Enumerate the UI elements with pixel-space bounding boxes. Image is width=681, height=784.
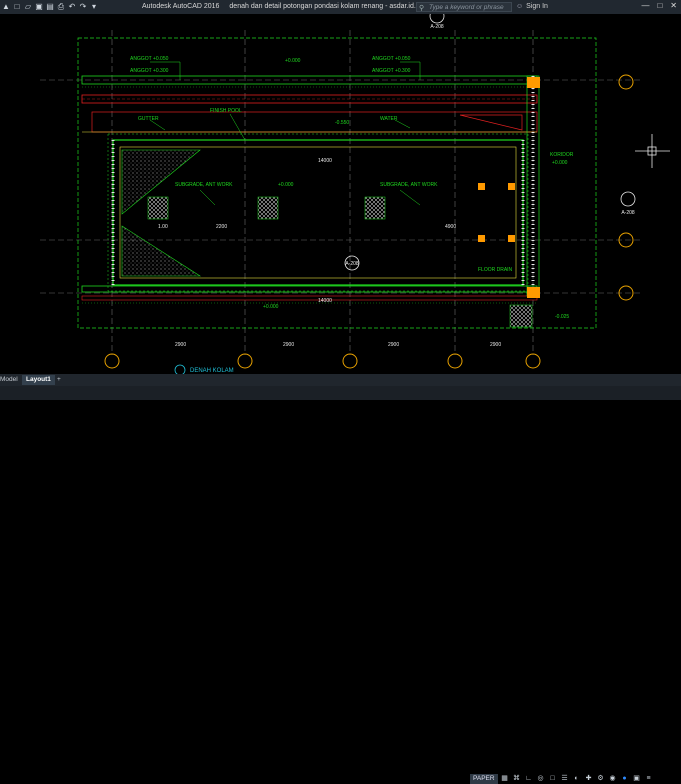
transparency-icon[interactable]: ◐ (572, 774, 581, 784)
svg-text:2900: 2900 (175, 342, 186, 348)
polar-icon[interactable]: ◎ (536, 774, 545, 784)
svg-text:+0.000: +0.000 (285, 58, 301, 64)
status-bar: PAPER ▦ ⌘ ∟ ◎ □ ☰ ◐ ✚ ⚙ ◉ ● ▣ ≡ (0, 386, 681, 784)
drawing-canvas[interactable]: A-208 A-208 A-208 1.00 2200 14000 14000 … (0, 14, 681, 374)
osnap-icon[interactable]: □ (548, 774, 557, 784)
sign-in-button[interactable]: Sign In (516, 3, 548, 10)
app-title: Autodesk AutoCAD 2016 (142, 3, 220, 10)
workspace-dropdown-icon[interactable]: ▾ (90, 2, 98, 11)
svg-text:WATER: WATER (380, 116, 398, 122)
svg-text:ANGGOT +0.050: ANGGOT +0.050 (372, 56, 411, 62)
svg-text:A-208: A-208 (621, 210, 635, 216)
isolate-icon[interactable]: ◉ (608, 774, 617, 784)
svg-text:+0.000: +0.000 (552, 160, 568, 166)
paper-space-toggle[interactable]: PAPER (470, 774, 498, 784)
workspace-icon[interactable]: ⚙ (596, 774, 605, 784)
svg-text:KORIDOR: KORIDOR (550, 152, 574, 158)
maximize-icon[interactable]: □ (657, 1, 662, 10)
minimize-icon[interactable]: — (641, 1, 649, 10)
svg-text:A-208: A-208 (345, 261, 359, 267)
search-icon: ⚲ (419, 5, 425, 12)
undo-icon[interactable]: ↶ (68, 2, 76, 11)
open-icon[interactable]: ▱ (24, 2, 32, 11)
svg-text:SUBGRADE, ANT WORK: SUBGRADE, ANT WORK (380, 182, 438, 188)
svg-text:-0.550: -0.550 (335, 120, 349, 126)
app-menu-icon[interactable]: ▲ (2, 2, 10, 11)
svg-text:GUTTER: GUTTER (138, 116, 159, 122)
customize-icon[interactable]: ≡ (644, 774, 653, 784)
svg-text:2900: 2900 (283, 342, 294, 348)
ortho-icon[interactable]: ∟ (524, 774, 533, 784)
svg-text:FLOOR DRAIN: FLOOR DRAIN (478, 267, 513, 273)
redo-icon[interactable]: ↷ (79, 2, 87, 11)
svg-text:+0.000: +0.000 (263, 304, 279, 310)
svg-text:ANGGOT +0.300: ANGGOT +0.300 (130, 68, 169, 74)
save-icon[interactable]: ▣ (35, 2, 43, 11)
svg-text:2900: 2900 (490, 342, 501, 348)
search-placeholder: Type a keyword or phrase (429, 4, 504, 11)
lineweight-icon[interactable]: ☰ (560, 774, 569, 784)
clean-screen-icon[interactable]: ▣ (632, 774, 641, 784)
print-icon[interactable]: ⎙ (57, 2, 65, 11)
svg-text:ANGGOT +0.300: ANGGOT +0.300 (372, 68, 411, 74)
svg-text:4900: 4900 (445, 224, 456, 230)
snap-icon[interactable]: ⌘ (512, 774, 521, 784)
window-controls: — □ ✕ (641, 1, 677, 10)
close-icon[interactable]: ✕ (670, 1, 677, 10)
grid-icon[interactable]: ▦ (500, 774, 509, 784)
svg-text:2200: 2200 (216, 224, 227, 230)
svg-text:SUBGRADE, ANT WORK: SUBGRADE, ANT WORK (175, 182, 233, 188)
tab-layout1[interactable]: Layout1 (22, 375, 55, 385)
tab-model[interactable]: Model (0, 375, 22, 385)
window-title: Autodesk AutoCAD 2016 denah dan detail p… (142, 3, 429, 10)
quick-access-toolbar: ▲ □ ▱ ▣ ▤ ⎙ ↶ ↷ ▾ (2, 2, 98, 11)
annotation-scale-icon[interactable]: ✚ (584, 774, 593, 784)
svg-text:A-208: A-208 (430, 24, 444, 30)
search-input[interactable]: ⚲ Type a keyword or phrase (416, 2, 512, 12)
svg-text:14000: 14000 (318, 158, 332, 164)
svg-text:1.00: 1.00 (158, 224, 168, 230)
status-icons: ▦ ⌘ ∟ ◎ □ ☰ ◐ ✚ ⚙ ◉ ● ▣ ≡ (500, 774, 653, 784)
file-title: denah dan detail potongan pondasi kolam … (229, 3, 429, 10)
add-layout-icon[interactable]: + (53, 375, 65, 385)
title-bar: ▲ □ ▱ ▣ ▤ ⎙ ↶ ↷ ▾ Autodesk AutoCAD 2016 … (0, 0, 681, 14)
canvas-background (0, 14, 681, 374)
svg-text:14000: 14000 (318, 298, 332, 304)
new-icon[interactable]: □ (13, 2, 21, 11)
svg-text:FINISH POOL: FINISH POOL (210, 108, 242, 114)
svg-text:-0.025: -0.025 (555, 314, 569, 320)
svg-text:2900: 2900 (388, 342, 399, 348)
svg-text:ANGGOT +0.050: ANGGOT +0.050 (130, 56, 169, 62)
svg-text:+0.000: +0.000 (278, 182, 294, 188)
hardware-accel-icon[interactable]: ● (620, 774, 629, 784)
layout-tabs: Model Layout1 + (0, 374, 681, 386)
save-as-icon[interactable]: ▤ (46, 2, 54, 11)
